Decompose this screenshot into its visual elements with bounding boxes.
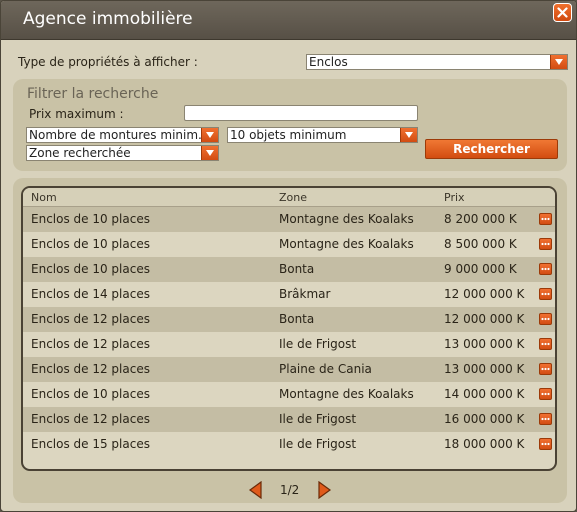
row-price: 18 000 000 K bbox=[444, 437, 525, 451]
row-price: 14 000 000 K bbox=[444, 387, 525, 401]
row-more-button[interactable] bbox=[539, 338, 552, 350]
chevron-down-icon bbox=[206, 150, 214, 156]
arrow-right-icon[interactable] bbox=[316, 481, 332, 499]
row-name: Enclos de 10 places bbox=[31, 387, 150, 401]
table-row[interactable]: Enclos de 15 places Ile de Frigost 18 000 … bbox=[23, 432, 555, 457]
property-type-label: Type de propriétés à afficher : bbox=[18, 55, 198, 69]
dropdown-button[interactable] bbox=[201, 146, 218, 160]
more-icon bbox=[541, 417, 550, 421]
row-name: Enclos de 12 places bbox=[31, 362, 150, 376]
row-price: 8 200 000 K bbox=[444, 212, 517, 226]
row-price: 8 500 000 K bbox=[444, 237, 517, 251]
row-zone: Bonta bbox=[279, 262, 315, 276]
row-price: 9 000 000 K bbox=[444, 262, 517, 276]
row-more-button[interactable] bbox=[539, 288, 552, 300]
row-zone: Plaine de Cania bbox=[279, 362, 372, 376]
more-icon bbox=[541, 367, 550, 371]
more-icon bbox=[541, 267, 550, 271]
table-row[interactable]: Enclos de 14 places Brâkmar 12 000 000 K bbox=[23, 282, 555, 307]
property-type-value: Enclos bbox=[309, 55, 348, 69]
row-name: Enclos de 10 places bbox=[31, 262, 150, 276]
row-price: 12 000 000 K bbox=[444, 312, 525, 326]
objects-select[interactable]: 10 objets minimum bbox=[227, 127, 418, 143]
table-row[interactable]: Enclos de 12 places Ile de Frigost 16 000 … bbox=[23, 407, 555, 432]
chevron-down-icon bbox=[206, 132, 214, 138]
table-row[interactable]: Enclos de 12 places Plaine de Cania 13 000… bbox=[23, 357, 555, 382]
property-type-select[interactable]: Enclos bbox=[306, 54, 568, 70]
chevron-down-icon bbox=[555, 59, 563, 65]
more-icon bbox=[541, 442, 550, 446]
table-row[interactable]: Enclos de 10 places Bonta 9 000 000 K bbox=[23, 257, 555, 282]
row-name: Enclos de 10 places bbox=[31, 212, 150, 226]
mounts-select-value: Nombre de montures minim... bbox=[29, 128, 210, 142]
real-estate-agency-window: Agence immobilière Type de propriétés à … bbox=[0, 0, 577, 512]
results-table: Nom Zone Prix Enclos de 10 places Montagn… bbox=[21, 186, 557, 471]
row-zone: Ile de Frigost bbox=[279, 412, 357, 426]
column-header-zone[interactable]: Zone bbox=[279, 191, 307, 204]
page-indicator: 1/2 bbox=[280, 483, 300, 497]
row-zone: Montagne des Koalaks bbox=[279, 237, 414, 251]
row-zone: Ile de Frigost bbox=[279, 337, 357, 351]
title-bar[interactable]: Agence immobilière bbox=[1, 1, 576, 40]
more-icon bbox=[541, 392, 550, 396]
more-icon bbox=[541, 242, 550, 246]
zone-select[interactable]: Zone recherchée bbox=[26, 145, 219, 161]
zone-select-value: Zone recherchée bbox=[29, 146, 131, 160]
more-icon bbox=[541, 217, 550, 221]
search-button[interactable]: Rechercher bbox=[425, 139, 558, 159]
table-header: Nom Zone Prix bbox=[23, 188, 555, 207]
close-icon bbox=[557, 7, 568, 18]
row-zone: Montagne des Koalaks bbox=[279, 387, 414, 401]
table-row[interactable]: Enclos de 12 places Ile de Frigost 13 000 … bbox=[23, 332, 555, 357]
filter-title: Filtrer la recherche bbox=[27, 86, 159, 102]
objects-select-value: 10 objets minimum bbox=[230, 128, 347, 142]
more-icon bbox=[541, 292, 550, 296]
arrow-left-icon[interactable] bbox=[248, 481, 264, 499]
row-more-button[interactable] bbox=[539, 363, 552, 375]
window-title: Agence immobilière bbox=[23, 9, 193, 29]
row-name: Enclos de 10 places bbox=[31, 237, 150, 251]
close-button[interactable] bbox=[553, 3, 572, 22]
dropdown-button[interactable] bbox=[400, 128, 417, 142]
chevron-down-icon bbox=[405, 132, 413, 138]
dropdown-button[interactable] bbox=[550, 55, 567, 69]
table-row[interactable]: Enclos de 10 places Montagne des Koalaks 1… bbox=[23, 382, 555, 407]
row-name: Enclos de 15 places bbox=[31, 437, 150, 451]
row-more-button[interactable] bbox=[539, 263, 552, 275]
max-price-input[interactable] bbox=[184, 105, 418, 121]
row-price: 12 000 000 K bbox=[444, 287, 525, 301]
row-more-button[interactable] bbox=[539, 213, 552, 225]
more-icon bbox=[541, 342, 550, 346]
mounts-select[interactable]: Nombre de montures minim... bbox=[26, 127, 219, 143]
table-row[interactable]: Enclos de 10 places Montagne des Koalaks 8… bbox=[23, 232, 555, 257]
row-price: 16 000 000 K bbox=[444, 412, 525, 426]
row-name: Enclos de 12 places bbox=[31, 312, 150, 326]
row-zone: Bonta bbox=[279, 312, 315, 326]
row-more-button[interactable] bbox=[539, 388, 552, 400]
row-name: Enclos de 12 places bbox=[31, 412, 150, 426]
row-more-button[interactable] bbox=[539, 413, 552, 425]
row-more-button[interactable] bbox=[539, 238, 552, 250]
table-row[interactable]: Enclos de 12 places Bonta 12 000 000 K bbox=[23, 307, 555, 332]
row-price: 13 000 000 K bbox=[444, 362, 525, 376]
row-price: 13 000 000 K bbox=[444, 337, 525, 351]
row-zone: Montagne des Koalaks bbox=[279, 212, 414, 226]
table-row[interactable]: Enclos de 10 places Montagne des Koalaks 8… bbox=[23, 207, 555, 232]
column-header-price[interactable]: Prix bbox=[444, 191, 465, 204]
more-icon bbox=[541, 317, 550, 321]
row-name: Enclos de 12 places bbox=[31, 337, 150, 351]
row-name: Enclos de 14 places bbox=[31, 287, 150, 301]
row-more-button[interactable] bbox=[539, 313, 552, 325]
max-price-label: Prix maximum : bbox=[29, 107, 124, 121]
row-zone: Brâkmar bbox=[279, 287, 331, 301]
column-header-name[interactable]: Nom bbox=[31, 191, 57, 204]
dropdown-button[interactable] bbox=[201, 128, 218, 142]
row-zone: Ile de Frigost bbox=[279, 437, 357, 451]
row-more-button[interactable] bbox=[539, 438, 552, 450]
